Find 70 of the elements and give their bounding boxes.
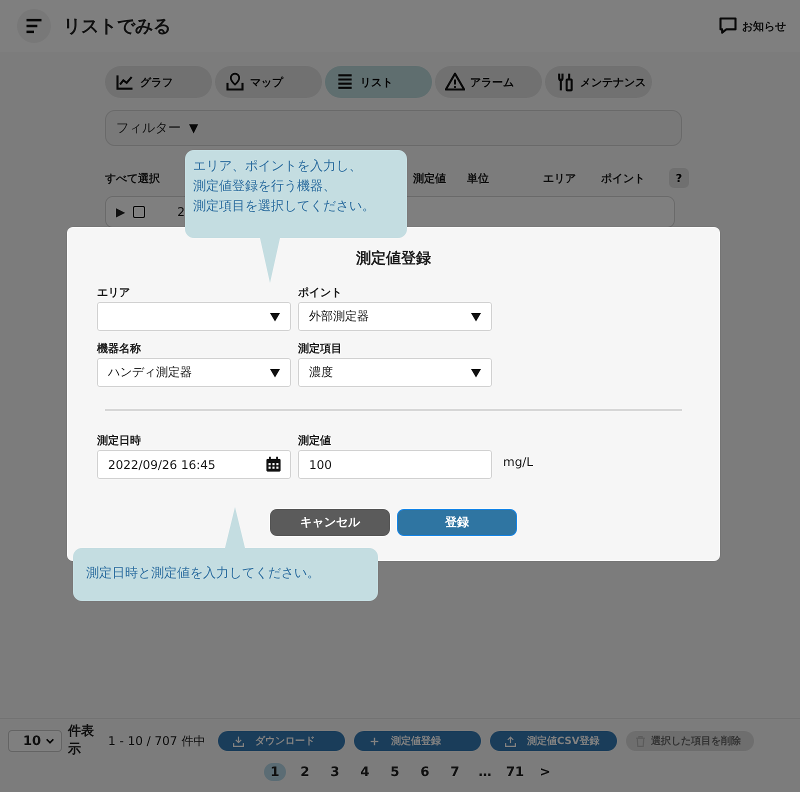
page-link[interactable]: … — [474, 763, 496, 781]
chat-bubble-icon — [718, 16, 738, 36]
tooltip-text: 測定日時と測定値を入力してください。 — [86, 565, 320, 583]
field-label: 測定日時 — [97, 433, 142, 447]
next-page-link[interactable]: > — [534, 763, 556, 781]
action-button[interactable]: 測定値CSV登録 — [490, 731, 617, 751]
page-link[interactable]: 7 — [444, 763, 466, 781]
page-link[interactable]: 3 — [324, 763, 346, 781]
notice-link[interactable]: お知らせ — [742, 18, 786, 34]
plus-icon — [368, 734, 381, 748]
download-icon — [232, 734, 245, 748]
field-label: 測定値 — [298, 433, 332, 447]
warning-icon — [445, 72, 465, 92]
page-link[interactable]: 71 — [504, 763, 526, 781]
filter-bar[interactable]: フィルター ▼ — [105, 110, 682, 146]
table-cell: 2 — [177, 205, 185, 219]
field-label: 機器名称 — [97, 341, 142, 355]
map-pin-icon — [225, 72, 245, 92]
submit-button[interactable]: 登録 — [397, 509, 517, 536]
filter-toggle[interactable]: ▼ — [189, 121, 198, 135]
date-field[interactable]: 2022/09/26 16:45 — [97, 450, 291, 479]
caret-down-icon — [268, 310, 282, 322]
field-label: ポイント — [298, 285, 343, 299]
input-field[interactable]: 100 — [298, 450, 492, 479]
tooltip-text: エリア、ポイントを入力し、 — [193, 158, 362, 176]
calendar-icon — [265, 456, 282, 473]
row-checkbox[interactable] — [133, 206, 146, 218]
page-size-select[interactable]: 10 — [8, 730, 62, 752]
select-field[interactable]: 外部測定器 — [298, 302, 492, 331]
tab[interactable]: リスト — [325, 66, 432, 98]
help-button[interactable]: ? — [669, 168, 689, 188]
menu-button[interactable] — [17, 9, 51, 43]
page-link[interactable]: 6 — [414, 763, 436, 781]
tooltip-text: 測定値登録を行う機器、 — [193, 178, 336, 196]
page-size-label: 件表示 — [68, 723, 94, 759]
column-header: 測定値 — [413, 170, 447, 186]
page-link[interactable]: 1 — [264, 763, 286, 781]
column-header: 単位 — [467, 170, 490, 186]
page-link[interactable]: 4 — [354, 763, 376, 781]
tab[interactable]: メンテナンス — [545, 66, 652, 98]
page-link[interactable]: 5 — [384, 763, 406, 781]
tab[interactable]: グラフ — [105, 66, 212, 98]
page-link[interactable]: 2 — [294, 763, 316, 781]
cancel-button[interactable]: キャンセル — [270, 509, 390, 536]
chevron-down-icon — [45, 736, 55, 746]
modal-title: 測定値登録 — [356, 249, 431, 267]
caret-down-icon — [469, 310, 483, 322]
column-header: すべて選択 — [105, 170, 161, 186]
menu-icon — [24, 16, 44, 36]
action-button[interactable]: 測定値登録 — [354, 731, 481, 751]
tools-icon — [555, 72, 575, 92]
field-label: エリア — [97, 285, 131, 299]
caret-down-icon — [469, 366, 483, 378]
action-button[interactable]: ダウンロード — [218, 731, 345, 751]
page-title: リストでみる — [63, 15, 172, 38]
tab[interactable]: マップ — [215, 66, 322, 98]
caret-down-icon — [268, 366, 282, 378]
expand-toggle[interactable]: ▶ — [116, 205, 126, 219]
tooltip-text: 測定項目を選択してください。 — [193, 198, 375, 216]
column-header: ポイント — [601, 170, 646, 186]
upload-icon — [504, 734, 517, 748]
filter-label: フィルター — [116, 120, 181, 137]
field-label: 測定項目 — [298, 341, 343, 355]
select-field[interactable]: 濃度 — [298, 358, 492, 387]
result-count: 1 - 10 / 707 件中 — [108, 732, 206, 750]
select-field[interactable]: ハンディ測定器 — [97, 358, 291, 387]
unit-label: mg/L — [502, 454, 534, 469]
tab[interactable]: アラーム — [435, 66, 542, 98]
column-header: エリア — [543, 170, 577, 186]
select-field[interactable] — [97, 302, 291, 331]
